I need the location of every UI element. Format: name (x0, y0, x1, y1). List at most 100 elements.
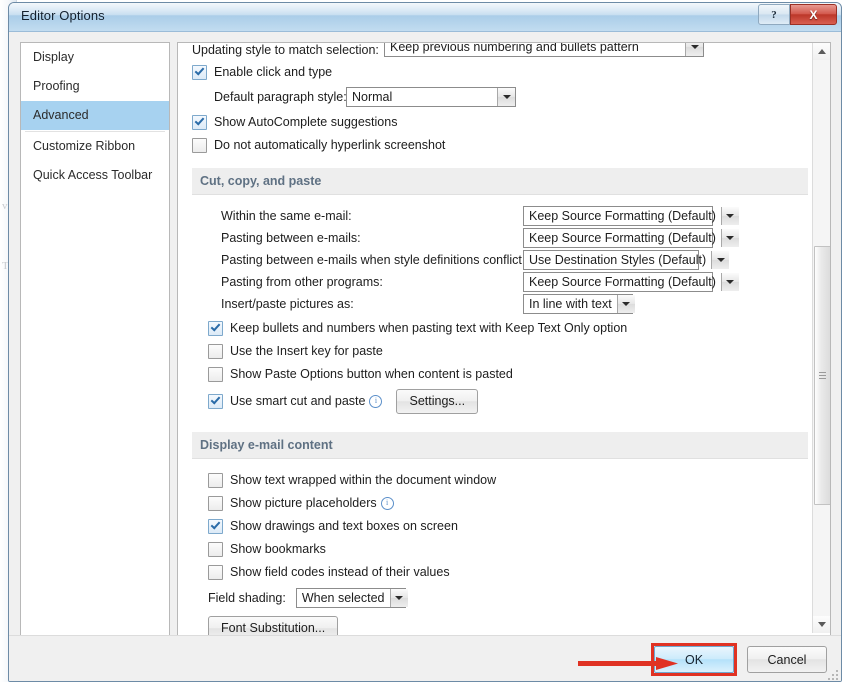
font-substitution-button[interactable]: Font Substitution... (208, 615, 339, 635)
within-same-email-combo[interactable]: Keep Source Formatting (Default) (523, 206, 739, 226)
show-field-codes-row[interactable]: Show field codes instead of their values (186, 561, 818, 583)
section-header-display-email-content: Display e-mail content (192, 432, 808, 459)
smart-cut-paste-row[interactable]: Use smart cut and paste i Settings... (186, 388, 818, 414)
keep-bullets-checkbox[interactable] (208, 320, 223, 336)
enable-click-and-type-row[interactable]: Enable click and type (186, 61, 818, 83)
chevron-down-icon[interactable] (685, 43, 703, 56)
show-text-wrapped-label: Show text wrapped within the document wi… (230, 473, 497, 487)
field-shading-row: Field shading: When selected (186, 587, 818, 609)
chevron-down-icon[interactable] (720, 273, 739, 291)
within-same-email-row: Within the same e-mail: Keep Source Form… (186, 205, 818, 227)
style-conflict-label: Pasting between e-mails when style defin… (221, 253, 526, 267)
insert-paste-pictures-value: In line with text (529, 297, 612, 311)
no-auto-hyperlink-label: Do not automatically hyperlink screensho… (214, 138, 446, 152)
pasting-between-emails-value: Keep Source Formatting (Default) (529, 231, 716, 245)
sidebar-item-proofing[interactable]: Proofing (21, 72, 169, 101)
ok-button[interactable]: OK (654, 646, 734, 673)
style-conflict-row: Pasting between e-mails when style defin… (186, 249, 818, 271)
smart-cut-paste-checkbox[interactable] (208, 393, 223, 409)
dialog-body: Display Proofing Advanced Customize Ribb… (9, 32, 841, 681)
smart-cut-paste-label: Use smart cut and paste (230, 394, 366, 408)
window-title: Editor Options (21, 8, 105, 23)
field-shading-label: Field shading: (208, 591, 286, 605)
within-same-email-value: Keep Source Formatting (Default) (529, 209, 716, 223)
close-icon[interactable]: X (790, 4, 837, 25)
show-bookmarks-checkbox[interactable] (208, 541, 223, 557)
sidebar: Display Proofing Advanced Customize Ribb… (20, 42, 170, 636)
insert-key-paste-checkbox[interactable] (208, 343, 223, 359)
vertical-scrollbar[interactable] (812, 43, 830, 633)
sidebar-item-display[interactable]: Display (21, 43, 169, 72)
show-drawings-label: Show drawings and text boxes on screen (230, 519, 458, 533)
show-field-codes-checkbox[interactable] (208, 564, 223, 580)
show-bookmarks-label: Show bookmarks (230, 542, 326, 556)
cancel-button[interactable]: Cancel (747, 646, 827, 673)
enable-click-and-type-label: Enable click and type (214, 65, 333, 79)
editor-options-dialog: Editor Options ? X Display Proofing Adva… (8, 2, 842, 682)
no-auto-hyperlink-checkbox[interactable] (192, 137, 207, 153)
help-icon[interactable]: ? (758, 4, 790, 25)
default-paragraph-style-combo[interactable]: Normal (346, 87, 516, 107)
pasting-other-programs-value: Keep Source Formatting (Default) (529, 275, 716, 289)
insert-paste-pictures-label: Insert/paste pictures as: (221, 297, 354, 311)
ok-button-highlight: OK (651, 643, 737, 676)
show-text-wrapped-row[interactable]: Show text wrapped within the document wi… (186, 469, 818, 491)
default-paragraph-style-label: Default paragraph style: (214, 90, 347, 104)
insert-key-paste-label: Use the Insert key for paste (230, 344, 383, 358)
dialog-footer: OK Cancel (9, 635, 841, 681)
show-drawings-checkbox[interactable] (208, 518, 223, 534)
scrollbar-grip (819, 371, 826, 380)
insert-paste-pictures-row: Insert/paste pictures as: In line with t… (186, 293, 818, 315)
show-paste-options-checkbox[interactable] (208, 366, 223, 382)
scrollbar-thumb[interactable] (814, 246, 830, 505)
updating-style-label: Updating style to match selection: (192, 43, 379, 57)
sidebar-item-customize-ribbon[interactable]: Customize Ribbon (21, 132, 169, 161)
show-autocomplete-checkbox[interactable] (192, 114, 207, 130)
chevron-down-icon[interactable] (720, 229, 739, 247)
chevron-down-icon[interactable] (389, 589, 408, 607)
sidebar-item-advanced[interactable]: Advanced (21, 101, 169, 130)
scroll-up-icon[interactable] (813, 43, 830, 60)
show-text-wrapped-checkbox[interactable] (208, 472, 223, 488)
enable-click-and-type-checkbox[interactable] (192, 64, 207, 80)
show-picture-placeholders-row[interactable]: Show picture placeholders i (186, 492, 818, 514)
chevron-down-icon[interactable] (616, 295, 635, 313)
no-auto-hyperlink-row[interactable]: Do not automatically hyperlink screensho… (186, 134, 818, 156)
scroll-down-icon[interactable] (813, 616, 830, 633)
updating-style-combo[interactable]: Keep previous numbering and bullets patt… (384, 43, 704, 57)
chevron-down-icon[interactable] (720, 207, 739, 225)
pasting-other-programs-row: Pasting from other programs: Keep Source… (186, 271, 818, 293)
insert-key-paste-row[interactable]: Use the Insert key for paste (186, 340, 818, 362)
field-shading-combo[interactable]: When selected (295, 588, 408, 608)
updating-style-row: Updating style to match selection: Keep … (186, 43, 818, 57)
sidebar-item-quick-access-toolbar[interactable]: Quick Access Toolbar (21, 161, 169, 190)
chevron-down-icon[interactable] (497, 88, 515, 106)
show-autocomplete-row[interactable]: Show AutoComplete suggestions (186, 111, 818, 133)
default-paragraph-style-row: Default paragraph style: Normal (186, 86, 818, 108)
show-paste-options-label: Show Paste Options button when content i… (230, 367, 513, 381)
settings-button[interactable]: Settings... (396, 388, 479, 414)
show-drawings-row[interactable]: Show drawings and text boxes on screen (186, 515, 818, 537)
style-conflict-combo[interactable]: Use Destination Styles (Default) (523, 250, 730, 270)
pasting-other-programs-combo[interactable]: Keep Source Formatting (Default) (523, 272, 739, 292)
updating-style-value: Keep previous numbering and bullets patt… (390, 43, 639, 54)
font-substitution-row: Font Substitution... (186, 615, 818, 635)
style-conflict-value: Use Destination Styles (Default) (529, 253, 707, 267)
insert-paste-pictures-combo[interactable]: In line with text (523, 294, 635, 314)
show-autocomplete-label: Show AutoComplete suggestions (214, 115, 398, 129)
window-controls: ? X (758, 4, 837, 25)
show-paste-options-row[interactable]: Show Paste Options button when content i… (186, 363, 818, 385)
keep-bullets-row[interactable]: Keep bullets and numbers when pasting te… (186, 317, 818, 339)
pasting-between-emails-row: Pasting between e-mails: Keep Source For… (186, 227, 818, 249)
chevron-down-icon[interactable] (711, 251, 730, 269)
section-header-cut-copy-paste: Cut, copy, and paste (192, 168, 808, 195)
title-bar[interactable]: Editor Options ? X (9, 3, 841, 32)
pasting-between-emails-combo[interactable]: Keep Source Formatting (Default) (523, 228, 739, 248)
resize-grip[interactable] (826, 668, 838, 680)
within-same-email-label: Within the same e-mail: (221, 209, 352, 223)
show-bookmarks-row[interactable]: Show bookmarks (186, 538, 818, 560)
info-icon[interactable]: i (369, 394, 383, 408)
info-icon[interactable]: i (380, 496, 394, 510)
keep-bullets-label: Keep bullets and numbers when pasting te… (230, 321, 628, 335)
show-picture-placeholders-checkbox[interactable] (208, 495, 223, 511)
